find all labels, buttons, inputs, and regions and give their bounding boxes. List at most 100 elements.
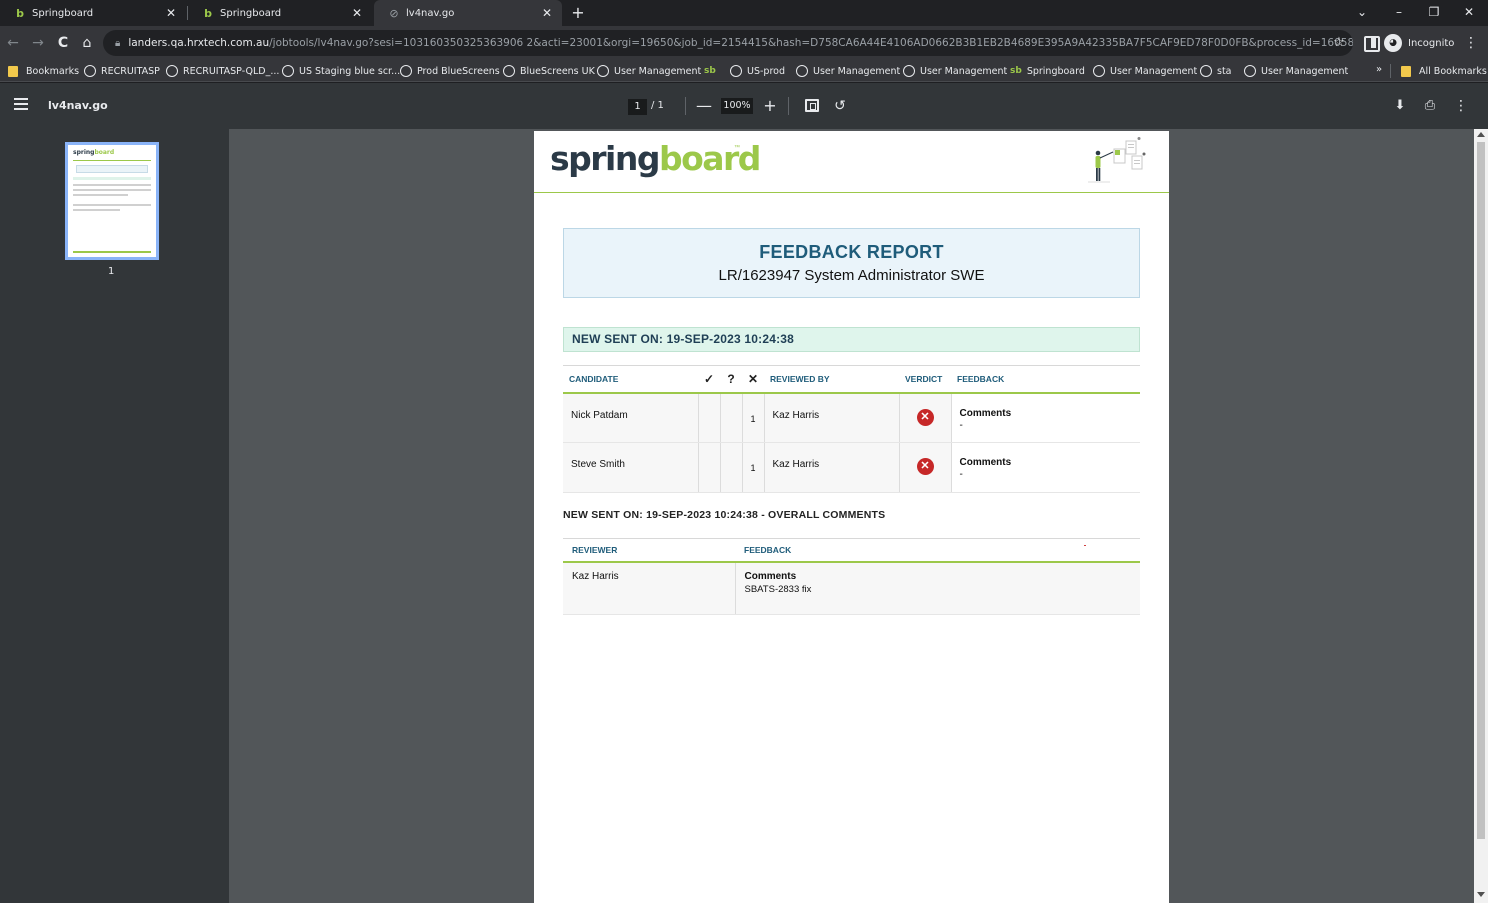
globe-favicon-icon: ⊘ (389, 6, 399, 20)
globe-icon (1093, 65, 1105, 77)
side-panel-icon[interactable] (1362, 34, 1380, 52)
tab-lv4nav[interactable]: ⊘ lv4nav.go ✕ (374, 0, 562, 26)
folder-icon (1401, 65, 1411, 77)
home-button[interactable]: ⌂ (77, 33, 97, 53)
overall-feedback-cell: Comments SBATS-2833 fix (734, 561, 1140, 615)
reviewer-name: Kaz Harris (763, 392, 899, 443)
pdf-page: springboard ™ FEEDBACK REPORT LR/1623947… (534, 131, 1169, 903)
fit-page-icon[interactable] (805, 99, 819, 112)
lock-icon: 🔒︎ (115, 37, 121, 49)
tab-close-icon[interactable]: ✕ (540, 6, 554, 20)
feedback-heading: Comments (959, 407, 1012, 419)
feedback-value: - (959, 419, 963, 431)
bookmarks-overflow-icon[interactable]: » (1376, 64, 1382, 75)
browser-menu-icon[interactable]: ⋮ (1462, 33, 1480, 53)
globe-icon (1244, 65, 1256, 77)
tab-strip: b Springboard ✕ b Springboard ✕ ⊘ lv4nav… (0, 0, 1488, 26)
scroll-down-arrow-icon[interactable] (1477, 892, 1485, 897)
bookmark-item[interactable]: sta (1200, 60, 1232, 82)
reject-x-icon: ✕ (916, 408, 934, 426)
no-count: 1 (741, 392, 764, 443)
bookmark-item[interactable]: User Management (1244, 60, 1348, 82)
tab-close-icon[interactable]: ✕ (164, 6, 178, 20)
globe-icon (730, 65, 742, 77)
new-tab-button[interactable]: + (569, 3, 587, 23)
bookmark-label: User Management (614, 65, 702, 77)
incognito-indicator[interactable]: ◕ Incognito (1384, 31, 1454, 55)
thumbnail-page-number: 1 (108, 266, 115, 277)
column-header-maybe-question-icon: ? (720, 365, 742, 394)
bookmark-label: Springboard (1026, 65, 1085, 77)
table-header-row: CANDIDATE ✓ ? ✕ REVIEWED BY VERDICT FEED… (563, 365, 1140, 394)
download-icon[interactable]: ⬇ (1392, 96, 1408, 116)
tab-springboard-2[interactable]: b Springboard ✕ (188, 0, 372, 26)
bookmark-item[interactable]: User Management (1093, 60, 1197, 82)
bookmarks-separator (1390, 64, 1391, 78)
springboard-favicon-icon: b (204, 6, 212, 20)
bookmark-label: US Staging blue scr... (299, 65, 401, 77)
bookmark-item[interactable]: RECRUITASP-QLD_... (166, 60, 279, 82)
overall-comments-table: REVIEWER FEEDBACK Kaz Harris Comments SB… (563, 538, 1140, 615)
candidate-feedback-table: CANDIDATE ✓ ? ✕ REVIEWED BY VERDICT FEED… (563, 365, 1140, 493)
minimize-button[interactable]: – (1389, 2, 1409, 22)
column-header-feedback: FEEDBACK (951, 365, 1140, 394)
scroll-up-arrow-icon[interactable] (1477, 132, 1485, 137)
table-row: Steve Smith 1 Kaz Harris ✕ Comments - (563, 442, 1140, 493)
bookmark-item[interactable]: User Management (796, 60, 900, 82)
zoom-in-button[interactable]: + (763, 96, 777, 116)
all-bookmarks-folder[interactable]: All Bookmarks (1401, 60, 1487, 82)
springboard-logo: springboard (550, 139, 761, 178)
back-button[interactable]: ← (3, 33, 23, 53)
url-host: landers.qa.hrxtech.com.au (128, 37, 270, 49)
stray-mark (1084, 545, 1086, 546)
springboard-favicon-icon: b (16, 6, 24, 20)
pdf-more-options-icon[interactable]: ⋮ (1454, 96, 1468, 116)
reject-x-icon: ✕ (916, 458, 934, 475)
page-number-input[interactable]: 1 (628, 99, 647, 115)
page-thumbnail[interactable]: springboard (65, 142, 159, 260)
bookmark-item[interactable]: Prod BlueScreens (400, 60, 500, 82)
bookmark-folder-bookmarks[interactable]: Bookmarks (8, 60, 79, 82)
bookmark-item[interactable]: User Management (597, 60, 701, 82)
globe-icon (597, 65, 609, 77)
bookmark-label: Prod BlueScreens (417, 65, 500, 77)
address-bar[interactable]: 🔒︎ landers.qa.hrxtech.com.au/jobtools/lv… (103, 30, 1353, 56)
bookmark-item[interactable]: User Management (903, 60, 1007, 82)
column-header-yes-check-icon: ✓ (698, 365, 720, 394)
report-title: FEEDBACK REPORT (759, 242, 944, 262)
bookmark-item[interactable]: US Staging blue scr... (282, 60, 400, 82)
bookmark-item[interactable]: BlueScreens UK (503, 60, 595, 82)
rotate-icon[interactable]: ↺ (832, 96, 848, 116)
bookmark-item[interactable]: sb Springboard (1010, 60, 1085, 82)
no-count: 1 (741, 442, 764, 493)
page-total: / 1 (651, 100, 664, 111)
bookmark-star-icon[interactable]: ☆ (1330, 34, 1348, 52)
forward-button[interactable]: → (28, 33, 48, 53)
reload-button[interactable]: C (53, 33, 73, 53)
toolbar-separator (685, 97, 686, 115)
reviewer-name: Kaz Harris (763, 442, 899, 493)
feedback-heading: Comments (744, 570, 797, 582)
tab-close-icon[interactable]: ✕ (350, 6, 364, 20)
candidate-name: Steve Smith (563, 442, 698, 493)
bookmarks-bar: Bookmarks RECRUITASP RECRUITASP-QLD_... … (0, 60, 1488, 82)
tab-title: Springboard (32, 7, 94, 19)
tab-springboard-1[interactable]: b Springboard ✕ (0, 0, 186, 26)
zoom-out-button[interactable]: — (696, 96, 712, 116)
bookmark-item[interactable]: US-prod (730, 60, 785, 82)
feedback-value: SBATS-2833 fix (744, 583, 812, 595)
scrollbar-thumb[interactable] (1477, 142, 1485, 839)
table-row: Kaz Harris Comments SBATS-2833 fix (563, 561, 1140, 615)
pdf-sidebar-menu-icon[interactable] (14, 98, 28, 112)
close-window-button[interactable]: ✕ (1459, 2, 1479, 22)
yes-count (697, 392, 720, 443)
bookmark-label: US-prod (747, 65, 785, 77)
tab-search-icon[interactable]: ⌄ (1352, 2, 1372, 22)
print-icon[interactable]: ⎙ (1422, 96, 1438, 116)
bookmark-item[interactable]: RECRUITASP (84, 60, 160, 82)
bookmark-item-sb[interactable]: sb (704, 60, 721, 82)
zoom-level-input[interactable]: 100% (721, 98, 753, 114)
restore-button[interactable]: ❐ (1424, 2, 1444, 22)
bookmark-label: Bookmarks (26, 65, 80, 77)
feedback-heading: Comments (959, 457, 1012, 468)
